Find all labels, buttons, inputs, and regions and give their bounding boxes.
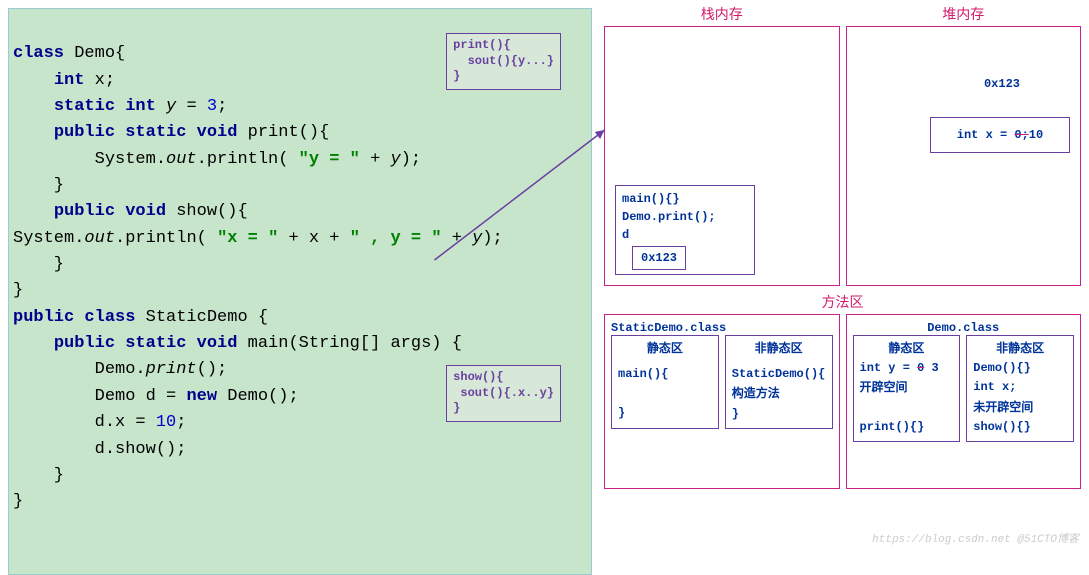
heap-address: 0x123 [984,77,1020,91]
heap-memory-box: 0x123 int x = 0;10 [846,26,1082,286]
stack-memory-box: main(){} Demo.print(); d 0x123 [604,26,840,286]
code-block: class Demo{ int x; static int y = 3; pub… [8,8,592,575]
method-area-demo: Demo.class 静态区 int y = 0 3 开辟空间 print(){… [846,314,1082,489]
watermark: https://blog.csdn.net @51CTO博客 [872,530,1079,546]
stack-header: 栈内存 [604,4,840,24]
stack-addr: 0x123 [632,246,686,270]
annotation-print: print(){ sout(){y...}} [446,33,561,90]
annotation-show: show(){ sout(){.x..y}} [446,365,561,422]
method-area-header: 方法区 [604,292,1081,312]
method-area-staticdemo: StaticDemo.class 静态区 main(){ } 非静态区 Stat… [604,314,840,489]
heap-header: 堆内存 [846,4,1082,24]
heap-object: int x = 0;10 [930,117,1070,153]
stack-frame-main: main(){} Demo.print(); d 0x123 [615,185,755,275]
